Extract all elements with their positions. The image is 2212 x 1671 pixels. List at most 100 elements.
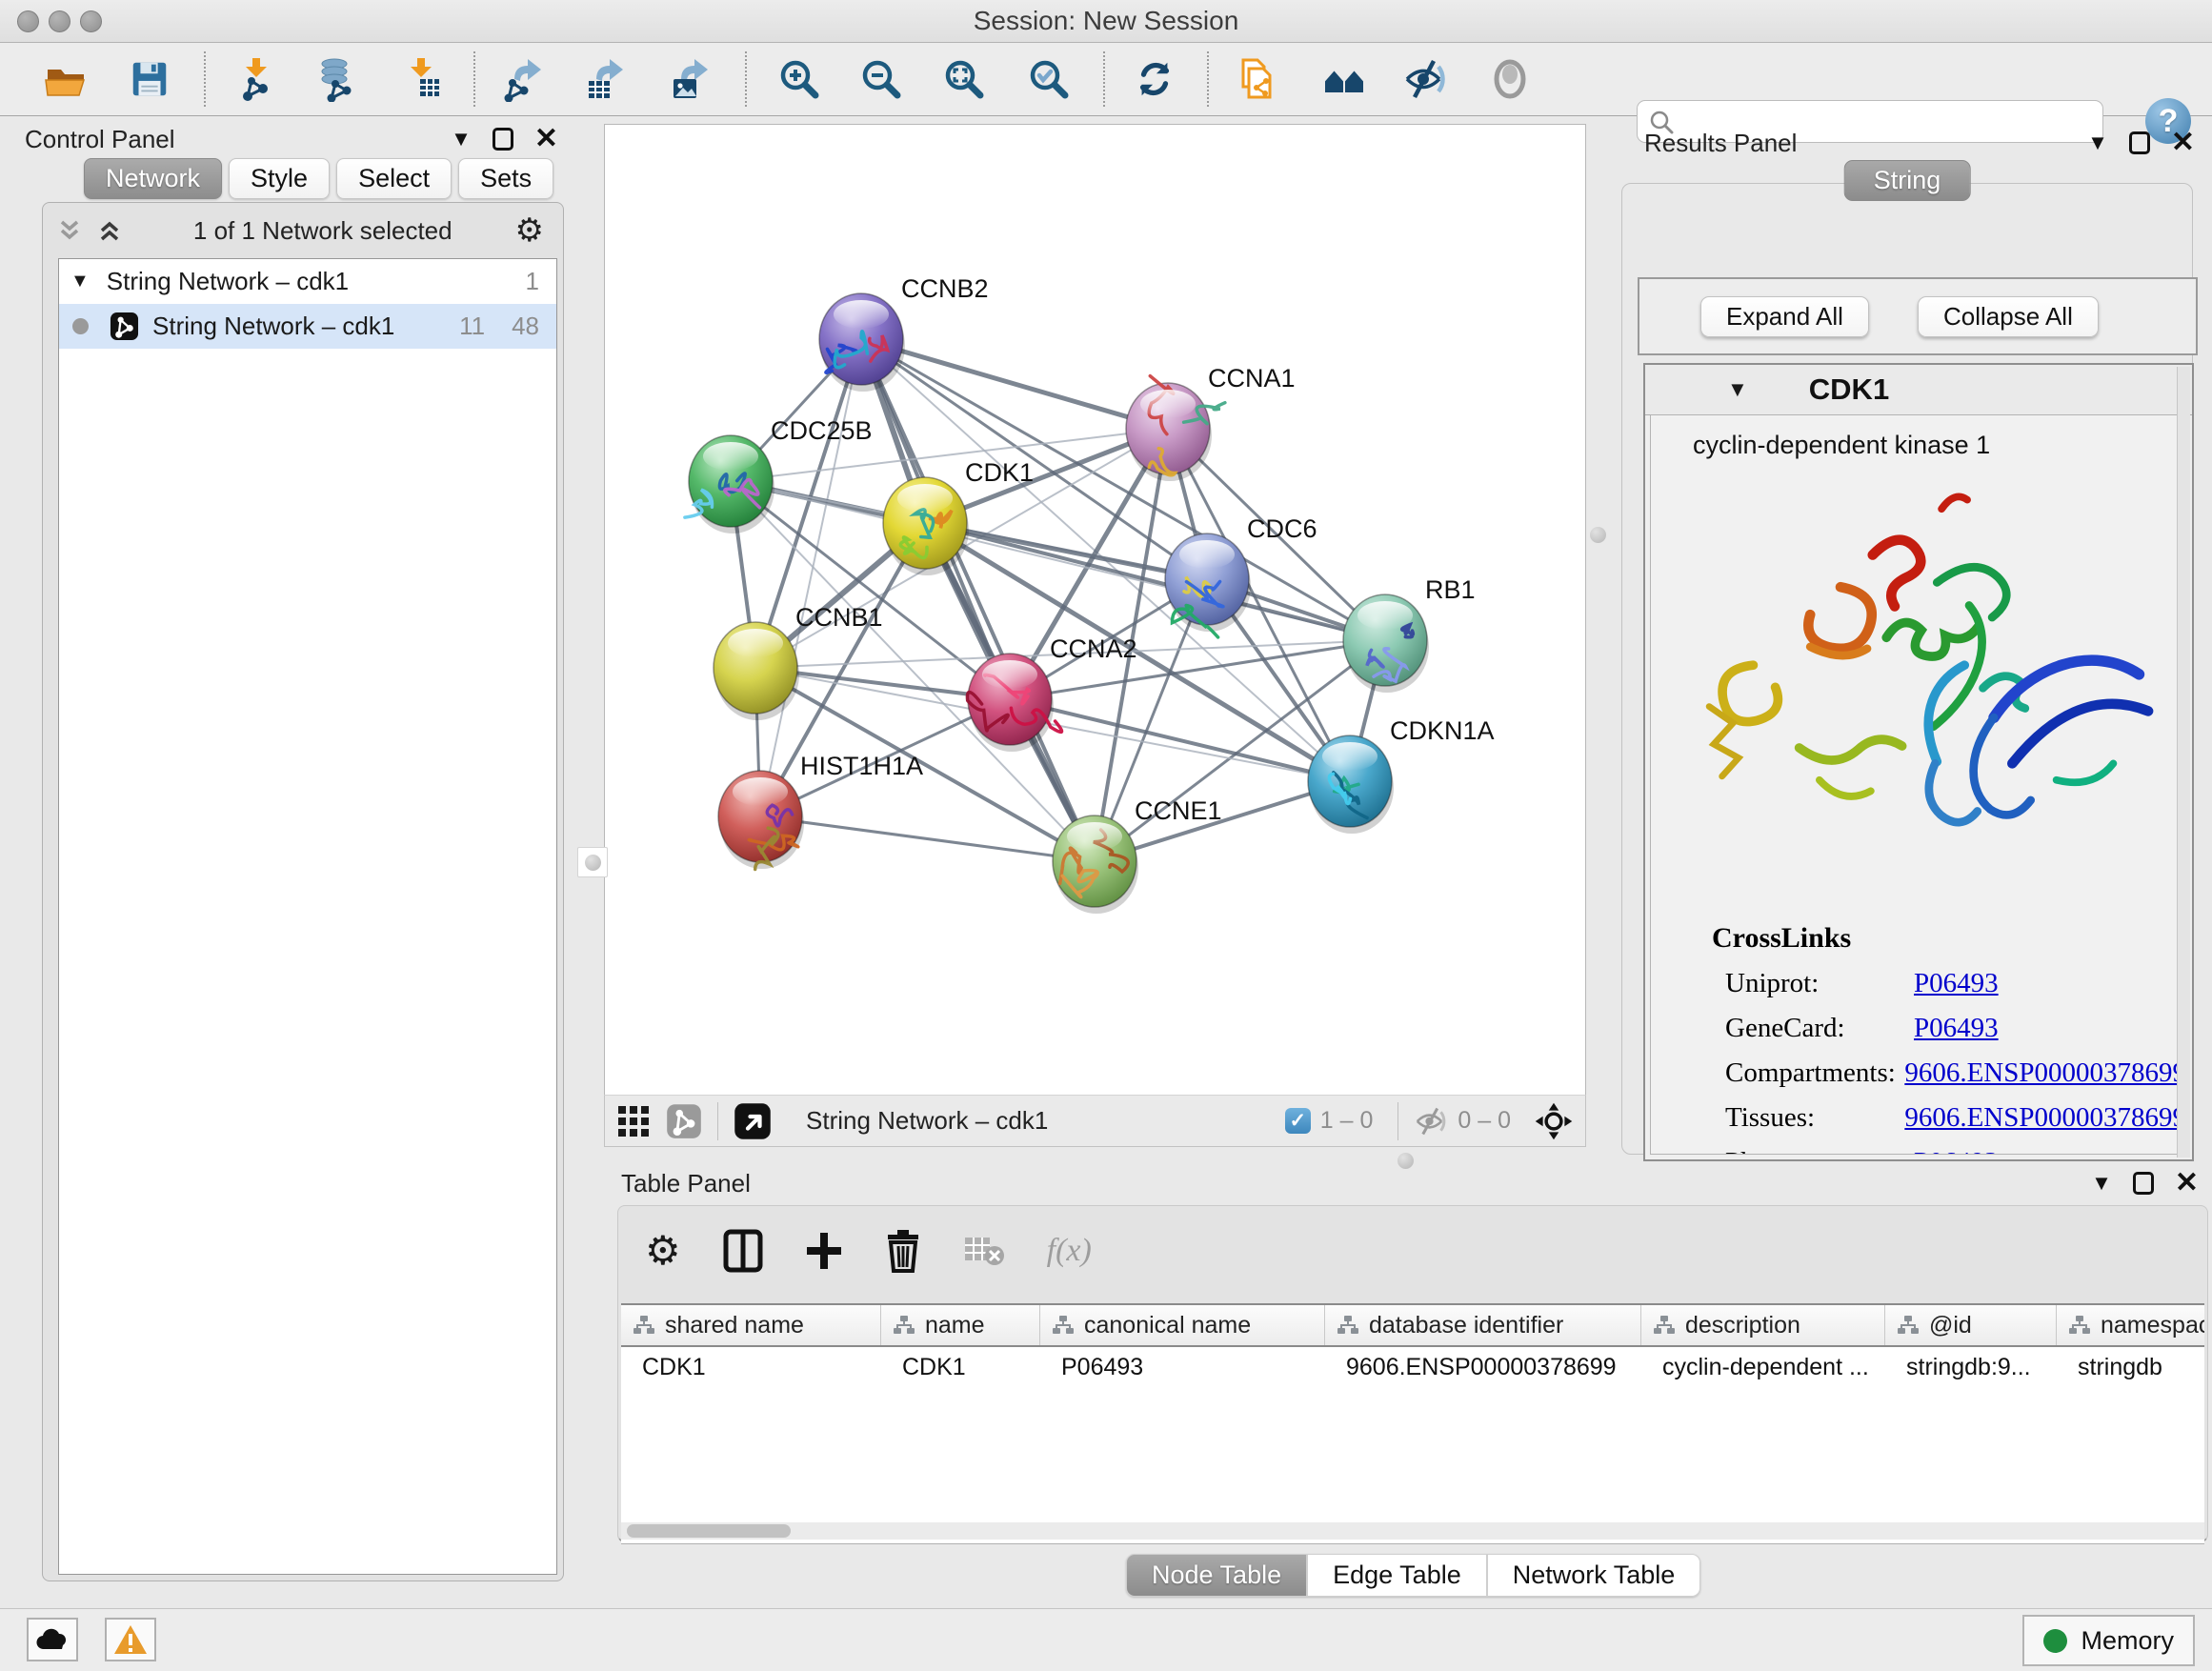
network-edge[interactable] [760,816,1095,861]
crosslink-link[interactable]: P06493 [1914,1147,1999,1155]
import-database-button[interactable] [313,55,361,103]
crosslink-link[interactable]: 9606.ENSP00000378699 [1904,1102,2186,1134]
network-node-ccna1[interactable]: CCNA1 [1126,364,1296,481]
table-cell: P06493 [1040,1354,1325,1381]
column-header-canonical-name[interactable]: canonical name [1040,1305,1325,1345]
expand-all-icon[interactable] [98,216,131,245]
column-header-description[interactable]: description [1641,1305,1885,1345]
tab-sets[interactable]: Sets [458,158,553,199]
network-collection-row[interactable]: ▼ String Network – cdk1 1 [59,259,556,304]
panel-menu-button[interactable]: ▼ [2087,131,2108,155]
delete-table-icon[interactable] [963,1234,1005,1268]
zoom-in-button[interactable] [775,55,823,103]
cloud-status-button[interactable] [27,1618,78,1661]
save-session-button[interactable] [126,55,173,103]
scrollbar-thumb[interactable] [627,1524,791,1538]
results-scrollbar[interactable] [2177,367,2190,1158]
crosslink-label: Pharos: [1725,1147,1914,1155]
column-header-name[interactable]: name [881,1305,1040,1345]
zoom-window-button[interactable] [80,10,102,32]
tab-network-table[interactable]: Network Table [1487,1554,1701,1597]
open-session-button[interactable] [42,55,90,103]
network-options-gear-icon[interactable]: ⚙ [515,211,544,250]
export-table-button[interactable] [580,55,628,103]
collapse-all-button[interactable]: Collapse All [1918,296,2099,337]
column-header-shared-name[interactable]: shared name [621,1305,881,1345]
panel-close-button[interactable]: ✕ [2175,1172,2199,1195]
tab-style[interactable]: Style [229,158,330,199]
zoom-out-button[interactable] [857,55,905,103]
fit-content-crosshair-icon[interactable] [1534,1101,1574,1141]
hide-panels-button[interactable] [1401,55,1449,103]
float-icon [493,128,513,151]
network-node-cdkn1a[interactable]: CDKN1A [1308,716,1495,834]
memory-label: Memory [2081,1626,2174,1656]
column-header--id[interactable]: @id [1885,1305,2057,1345]
network-canvas[interactable]: CCNB2CCNA1CDC25BCDK1CDC6RB1CCNB1CCNA2CDK… [604,124,1586,1096]
network-row-selected[interactable]: String Network – cdk1 11 48 [59,304,556,349]
birdseye-view-button[interactable] [1320,55,1368,103]
grid-view-icon[interactable] [616,1104,651,1138]
create-column-plus-icon[interactable] [805,1229,843,1273]
network-view-icon[interactable] [666,1103,702,1139]
network-node-hist1h1a[interactable]: HIST1H1A [718,752,923,870]
expand-all-button[interactable]: Expand All [1700,296,1869,337]
tab-edge-table[interactable]: Edge Table [1307,1554,1487,1597]
collapse-all-icon[interactable] [58,216,90,245]
delete-column-trash-icon[interactable] [885,1229,921,1273]
refresh-view-button[interactable] [1131,55,1178,103]
network-edge[interactable] [861,339,1095,861]
gene-name: CDK1 [1809,372,1889,407]
panel-menu-button[interactable]: ▼ [2091,1171,2112,1196]
right-splitter-grip[interactable] [1587,522,1608,547]
close-window-button[interactable] [17,10,39,32]
network-node-ccnb2[interactable]: CCNB2 [819,274,989,392]
import-table-button[interactable] [398,55,446,103]
zoom-fit-button[interactable] [940,55,988,103]
export-network-button[interactable] [498,55,546,103]
network-node-rb1[interactable]: RB1 [1343,575,1476,693]
warnings-button[interactable] [105,1618,156,1661]
table-row[interactable]: CDK1CDK1P064939606.ENSP00000378699cyclin… [621,1347,2204,1388]
collapse-section-icon[interactable]: ▼ [1727,377,1748,402]
crosslink-link[interactable]: 9606.ENSP00000378699 [1904,1057,2186,1089]
detach-view-icon[interactable] [734,1102,772,1140]
show-columns-icon[interactable] [723,1229,763,1273]
table-settings-gear-icon[interactable]: ⚙ [645,1227,681,1274]
panel-close-button[interactable]: ✕ [534,128,558,151]
network-edge[interactable] [760,339,861,816]
import-network-button[interactable] [233,55,281,103]
table-horizontal-scrollbar[interactable] [621,1522,2204,1540]
panel-float-button[interactable] [493,128,513,151]
zoom-selected-button[interactable] [1025,55,1073,103]
tab-select[interactable]: Select [336,158,452,199]
network-snapshot-button[interactable] [1233,55,1280,103]
selected-checkbox[interactable]: ✓ [1285,1108,1311,1134]
minimize-window-button[interactable] [49,10,70,32]
show-panels-button[interactable] [1486,55,1534,103]
crosslinks-section: CrossLinks Uniprot:P06493GeneCard:P06493… [1651,922,2186,1155]
gene-header[interactable]: ▼ CDK1 [1645,365,2192,415]
column-header-database-identifier[interactable]: database identifier [1325,1305,1641,1345]
panel-float-button[interactable] [2133,1172,2154,1195]
network-node-ccne1[interactable]: CCNE1 [1053,796,1222,914]
tab-node-table[interactable]: Node Table [1126,1554,1307,1597]
network-edge[interactable] [861,339,1168,429]
memory-button[interactable]: Memory [2022,1615,2195,1666]
panel-float-button[interactable] [2129,131,2150,154]
panel-close-button[interactable]: ✕ [2171,131,2195,154]
export-image-button[interactable] [665,55,713,103]
tab-string[interactable]: String [1844,160,1971,201]
crosslink-link[interactable]: P06493 [1914,1013,1999,1044]
network-node-ccnb1[interactable]: CCNB1 [714,603,883,720]
tab-network[interactable]: Network [84,158,222,199]
close-icon: ✕ [2171,131,2195,154]
hidden-eye-slash-icon[interactable] [1414,1106,1448,1137]
left-splitter-grip[interactable] [577,847,608,877]
collection-expand-icon[interactable]: ▼ [70,271,90,292]
function-builder-icon[interactable]: f(x) [1047,1233,1092,1269]
panel-menu-button[interactable]: ▼ [451,127,472,151]
column-label: name [925,1312,985,1339]
crosslink-link[interactable]: P06493 [1914,968,1999,999]
column-header-namespace[interactable]: namespace [2057,1305,2204,1345]
